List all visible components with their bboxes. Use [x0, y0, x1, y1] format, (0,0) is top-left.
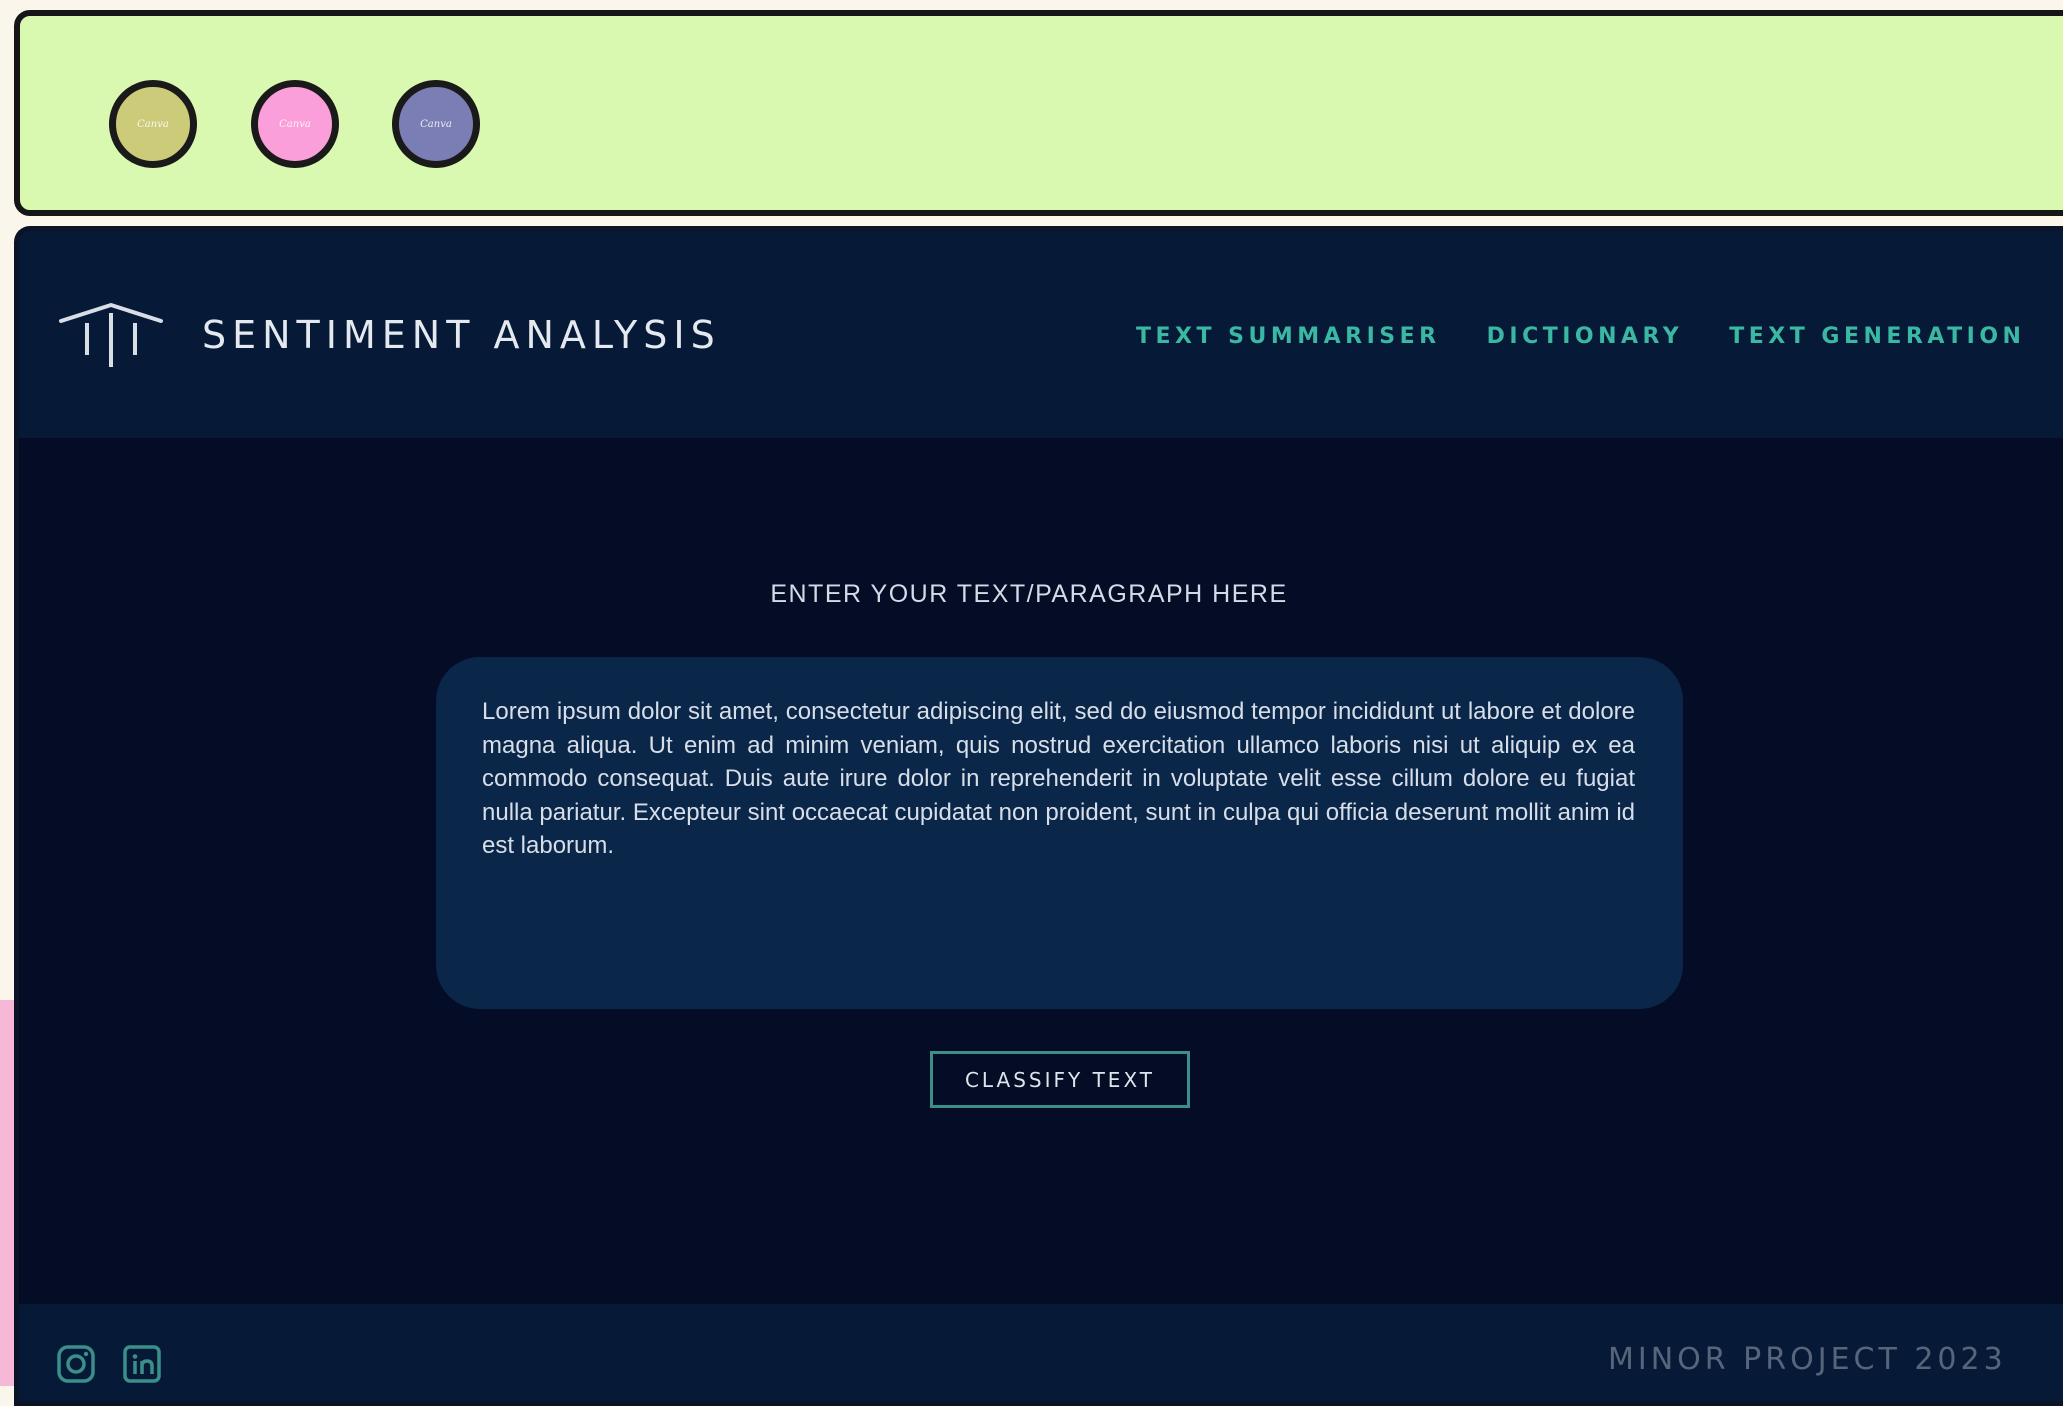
site-footer: MINOR PROJECT 2023 [19, 1304, 2063, 1401]
instagram-icon[interactable] [56, 1344, 96, 1384]
nav-text-generation[interactable]: TEXT GENERATION [1729, 324, 2025, 349]
linkedin-icon[interactable] [122, 1344, 162, 1384]
main-nav: TEXT SUMMARISER DICTIONARY TEXT GENERATI… [1136, 324, 2025, 349]
input-prompt: ENTER YOUR TEXT/PARAGRAPH HERE [19, 580, 2063, 609]
dot-label: Canva [279, 118, 311, 130]
text-input[interactable]: Lorem ipsum dolor sit amet, consectetur … [482, 695, 1635, 979]
input-prompt-label: ENTER YOUR TEXT/PARAGRAPH HERE [770, 580, 1288, 608]
window-dot-pink[interactable]: Canva [251, 80, 339, 168]
dot-label: Canva [420, 118, 452, 130]
dot-label: Canva [137, 118, 169, 130]
footer-project-label: MINOR PROJECT 2023 [1608, 1342, 2007, 1377]
site-header: SENTIMENT ANALYSIS TEXT SUMMARISER DICTI… [19, 231, 2063, 438]
pillars-logo-icon[interactable] [57, 299, 165, 369]
site-title[interactable]: SENTIMENT ANALYSIS [202, 313, 721, 357]
classify-text-button[interactable]: CLASSIFY TEXT [930, 1051, 1190, 1108]
window-dot-olive[interactable]: Canva [109, 80, 197, 168]
nav-dictionary[interactable]: DICTIONARY [1487, 324, 1684, 349]
app-window: SENTIMENT ANALYSIS TEXT SUMMARISER DICTI… [14, 226, 2063, 1406]
window-titlebar: Canva Canva Canva [14, 10, 2063, 216]
nav-text-summariser[interactable]: TEXT SUMMARISER [1136, 324, 1441, 349]
text-input-container: Lorem ipsum dolor sit amet, consectetur … [436, 657, 1683, 1009]
window-dot-purple[interactable]: Canva [392, 80, 480, 168]
